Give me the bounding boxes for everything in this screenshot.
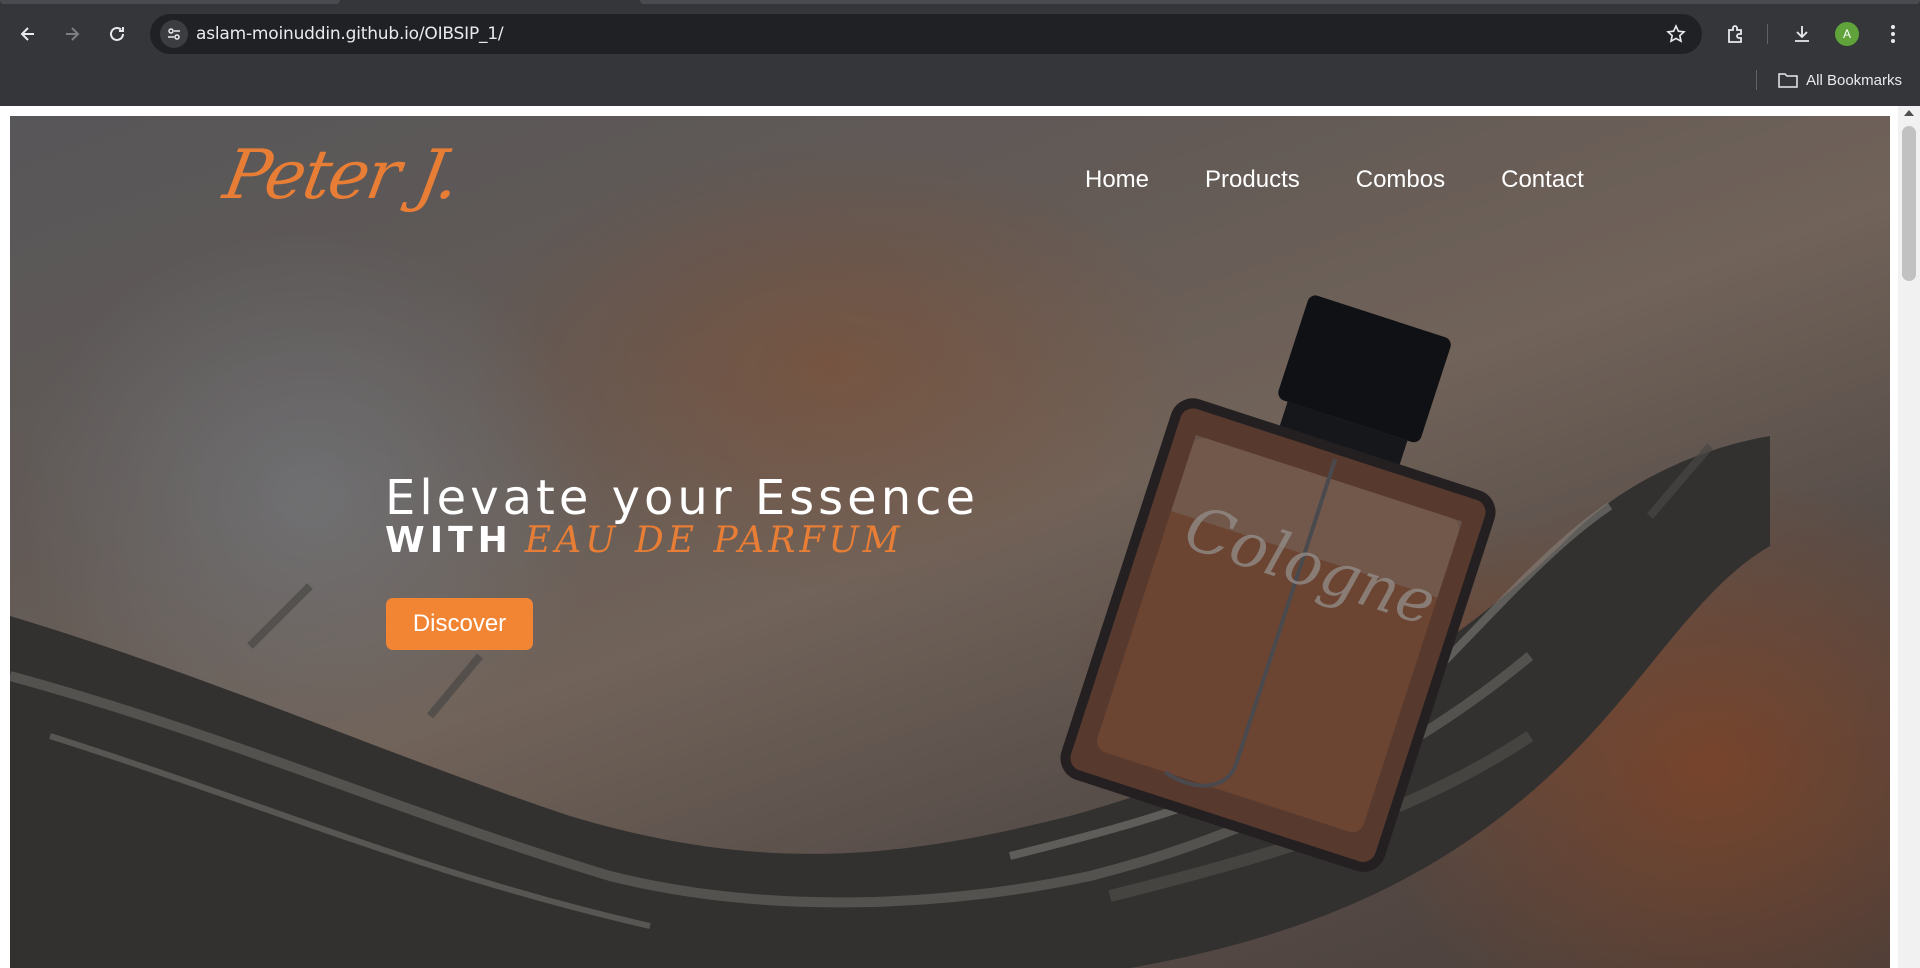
profile-avatar[interactable]: A [1835, 22, 1859, 46]
address-bar[interactable]: aslam-moinuddin.github.io/OIBSIP_1/ [150, 14, 1702, 54]
reload-icon [110, 26, 124, 41]
hero-section: Cologne Peter J. Home Products Combos Co… [10, 116, 1890, 968]
nav-combos[interactable]: Combos [1356, 166, 1445, 194]
headline-accent: EAU DE PARFUM [524, 520, 904, 561]
site-logo[interactable]: Peter J. [218, 136, 464, 215]
tab-strip-edge [640, 0, 1920, 4]
page-viewport: Cologne Peter J. Home Products Combos Co… [0, 106, 1920, 968]
downloads-button[interactable] [1782, 12, 1822, 56]
all-bookmarks-button[interactable]: All Bookmarks [1778, 68, 1902, 92]
reload-button[interactable] [97, 12, 137, 56]
headline-with: WITH [385, 520, 513, 561]
bookmarks-bar: All Bookmarks [0, 62, 1920, 98]
site-info-button[interactable] [160, 20, 188, 48]
arrow-left-icon [20, 27, 34, 41]
tab-indicator [0, 0, 340, 4]
forward-button[interactable] [52, 12, 92, 56]
tune-icon [168, 28, 180, 40]
puzzle-icon [1728, 25, 1742, 43]
page-scrollbar[interactable] [1898, 106, 1920, 968]
hero-overlay [10, 116, 1890, 968]
discover-button[interactable]: Discover [386, 598, 533, 650]
bookmarks-separator [1756, 70, 1757, 90]
scroll-up-arrow-icon[interactable] [1904, 110, 1914, 116]
arrow-right-icon [66, 27, 80, 41]
bookmark-star-icon[interactable] [1666, 24, 1686, 44]
hero-headline: Elevate your Essence [385, 470, 980, 526]
download-icon [1795, 26, 1809, 42]
folder-icon [1778, 73, 1798, 88]
nav-home[interactable]: Home [1085, 166, 1149, 194]
all-bookmarks-label: All Bookmarks [1806, 71, 1902, 89]
extensions-button[interactable] [1716, 12, 1756, 56]
nav-contact[interactable]: Contact [1501, 166, 1584, 194]
back-button[interactable] [8, 12, 48, 56]
main-nav: Home Products Combos Contact [1085, 166, 1584, 194]
browser-toolbar: aslam-moinuddin.github.io/OIBSIP_1/ A [0, 12, 1920, 56]
url-text[interactable]: aslam-moinuddin.github.io/OIBSIP_1/ [196, 14, 504, 54]
menu-button[interactable] [1873, 12, 1913, 56]
kebab-menu-icon [1891, 25, 1895, 43]
toolbar-separator [1767, 24, 1768, 44]
nav-products[interactable]: Products [1205, 166, 1300, 194]
scroll-thumb[interactable] [1902, 126, 1916, 281]
hero-subheadline: WITH EAU DE PARFUM [385, 520, 904, 561]
browser-chrome: aslam-moinuddin.github.io/OIBSIP_1/ A Al… [0, 0, 1920, 106]
